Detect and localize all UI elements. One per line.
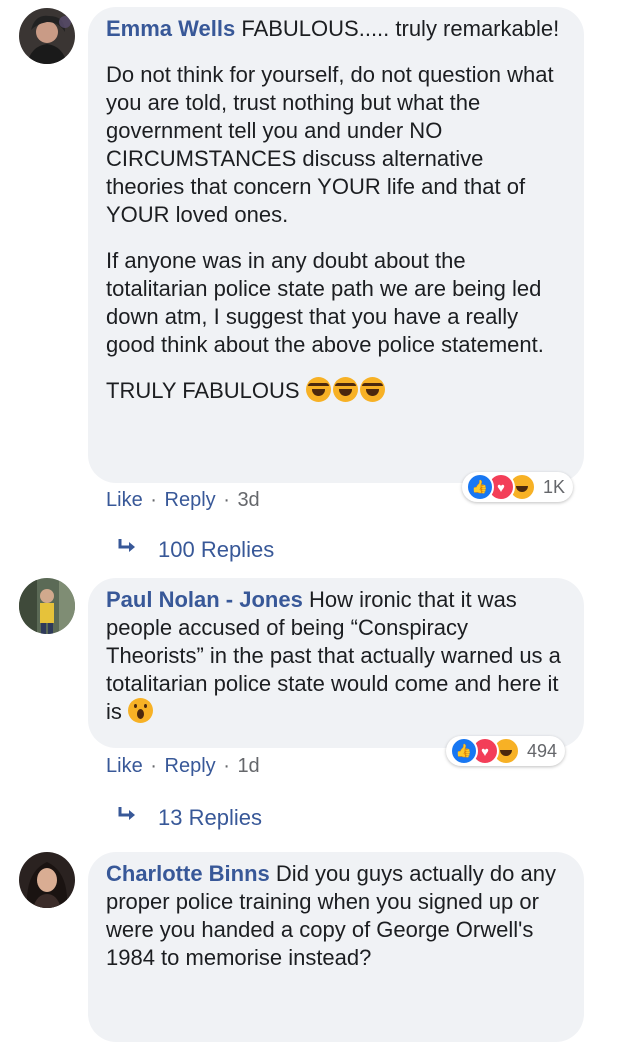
reply-link[interactable]: Reply: [165, 489, 216, 511]
separator: ·: [223, 489, 230, 511]
view-replies-link[interactable]: 100 Replies: [116, 537, 274, 563]
like-reaction-icon: 👍: [450, 737, 478, 765]
replies-count[interactable]: 100 Replies: [158, 537, 274, 562]
comment-text: If anyone was in any doubt about the tot…: [106, 248, 544, 357]
timestamp[interactable]: 1d: [237, 755, 259, 777]
replies-count[interactable]: 13 Replies: [158, 805, 262, 830]
separator: ·: [223, 755, 230, 777]
comment-text: FABULOUS..... truly remarkable!: [241, 16, 560, 41]
laughing-emoji-icon: [305, 377, 331, 402]
reaction-count: 1K: [543, 476, 566, 497]
separator: ·: [150, 489, 157, 511]
avatar[interactable]: [19, 8, 75, 64]
reply-link[interactable]: Reply: [165, 755, 216, 777]
laughing-emoji-icon: [359, 377, 385, 402]
timestamp[interactable]: 3d: [237, 489, 259, 511]
like-link[interactable]: Like: [106, 489, 143, 511]
author-name[interactable]: Paul Nolan - Jones: [106, 587, 303, 612]
laughing-emoji-icon: [332, 377, 358, 402]
like-reaction-icon: 👍: [466, 473, 494, 501]
surprised-emoji-icon: [128, 698, 154, 723]
comment-text: TRULY FABULOUS: [106, 378, 300, 403]
reply-arrow-icon: [116, 805, 144, 831]
author-name[interactable]: Charlotte Binns: [106, 861, 270, 886]
comment-bubble: Emma Wells FABULOUS..... truly remarkabl…: [88, 7, 584, 483]
reaction-summary[interactable]: 👍 ♥ 1K: [462, 472, 574, 502]
comment-bubble: Charlotte Binns Did you guys actually do…: [88, 852, 584, 1042]
comment-actions: Like · Reply · 3d: [106, 489, 260, 512]
comment-text: Do not think for yourself, do not questi…: [106, 62, 554, 227]
comment-actions: Like · Reply · 1d: [106, 755, 260, 778]
separator: ·: [150, 755, 157, 777]
reply-arrow-icon: [116, 537, 144, 563]
view-replies-link[interactable]: 13 Replies: [116, 805, 262, 831]
like-link[interactable]: Like: [106, 755, 143, 777]
reaction-summary[interactable]: 👍 ♥ 494: [446, 736, 566, 766]
comment-bubble: Paul Nolan - Jones How ironic that it wa…: [88, 578, 584, 748]
avatar[interactable]: [19, 578, 75, 634]
author-name[interactable]: Emma Wells: [106, 16, 235, 41]
avatar[interactable]: [19, 852, 75, 908]
reaction-count: 494: [527, 740, 558, 761]
